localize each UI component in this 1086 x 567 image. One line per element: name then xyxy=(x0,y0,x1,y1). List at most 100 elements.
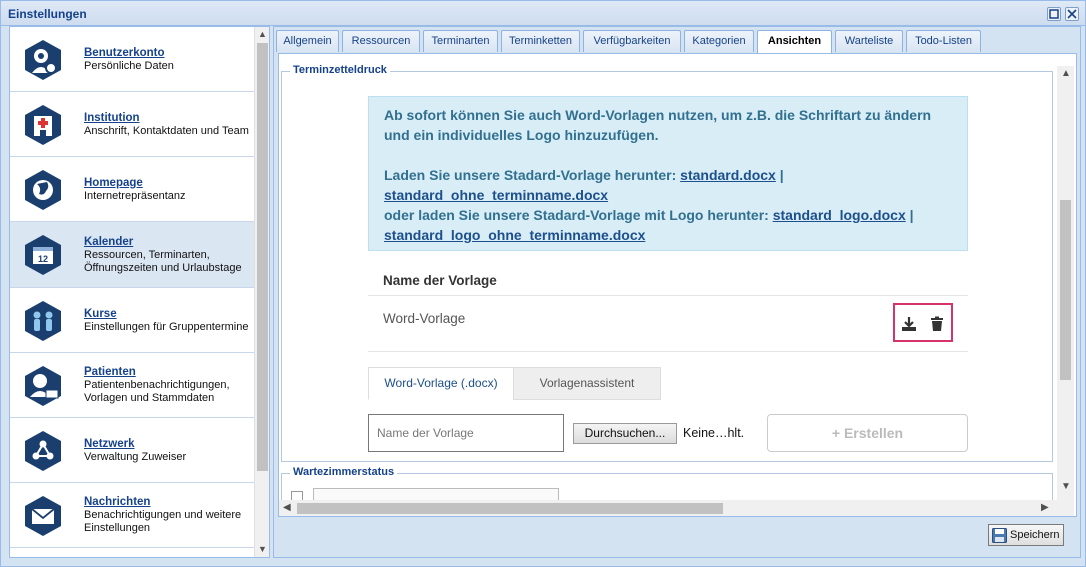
save-label: Speichern xyxy=(1010,529,1060,541)
scroll-left-icon[interactable]: ◀ xyxy=(283,502,291,513)
sidebar-item-desc: Benachrichtigungen und weitere Einstellu… xyxy=(84,509,242,534)
sidebar-item-text: Institution Anschrift, Kontaktdaten und … xyxy=(84,112,252,138)
sidebar-item-desc: Internetrepräsentanz xyxy=(84,190,186,202)
sidebar-item-title[interactable]: Patienten xyxy=(84,366,252,379)
tab-terminarten[interactable]: Terminarten xyxy=(423,30,498,52)
sidebar-item-title[interactable]: Homepage xyxy=(84,177,252,190)
sidebar-item-text: Netzwerk Verwaltung Zuweiser xyxy=(84,438,252,464)
info-logo-line-2: standard_logo_ohne_terminname.docx xyxy=(384,225,952,245)
scroll-right-icon[interactable]: ▶ xyxy=(1041,502,1049,513)
tab-todo-listen[interactable]: Todo-Listen xyxy=(906,30,981,52)
floppy-disk-icon xyxy=(992,528,1007,543)
settings-window: Einstellungen Benutzerkonto Persönliche … xyxy=(0,0,1086,567)
globe-icon xyxy=(25,170,61,210)
trash-icon[interactable] xyxy=(929,316,945,332)
table-divider xyxy=(368,295,968,296)
save-button[interactable]: Speichern xyxy=(988,524,1064,546)
sidebar-item-title[interactable]: Benutzerkonto xyxy=(84,47,252,60)
content-scroll-thumb[interactable] xyxy=(1060,200,1071,380)
download-icon[interactable] xyxy=(901,316,917,332)
maximize-button[interactable] xyxy=(1047,7,1061,21)
content-scrollbar[interactable]: ▲ ▼ xyxy=(1057,66,1074,506)
template-name-input[interactable] xyxy=(368,414,564,452)
tab-allgemein[interactable]: Allgemein xyxy=(276,30,339,52)
sidebar-item-benutzerkonto[interactable]: Benutzerkonto Persönliche Daten xyxy=(10,27,254,92)
section-legend: Wartezimmerstatus xyxy=(290,466,398,478)
link-standard-ohne-terminname[interactable]: standard_ohne_terminname.docx xyxy=(384,187,608,203)
link-separator: | xyxy=(905,207,914,223)
tab-ansichten[interactable]: Ansichten xyxy=(757,30,832,53)
sidebar-item-title[interactable]: Netzwerk xyxy=(84,438,252,451)
tab-vorlagenassistent[interactable]: Vorlagenassistent xyxy=(513,367,661,400)
tab-warteliste[interactable]: Warteliste xyxy=(835,30,903,52)
sidebar-item-title[interactable]: Kalender xyxy=(84,236,252,249)
window-title: Einstellungen xyxy=(8,7,87,21)
tab-word-vorlage[interactable]: Word-Vorlage (.docx) xyxy=(368,367,514,400)
settings-content-panel: Allgemein Ressourcen Terminarten Termink… xyxy=(273,26,1081,558)
sidebar-item-text: Patienten Patientenbenachrichtigungen, V… xyxy=(84,366,252,405)
sidebar-item-institution[interactable]: Institution Anschrift, Kontaktdaten und … xyxy=(10,92,254,157)
group-icon xyxy=(25,301,61,341)
tab-ressourcen[interactable]: Ressourcen xyxy=(342,30,420,52)
close-icon xyxy=(1067,9,1077,19)
create-button[interactable]: + Erstellen xyxy=(767,414,968,452)
sidebar-item-text: Nachrichten Benachrichtigungen und weite… xyxy=(84,496,252,535)
link-standard-logo[interactable]: standard_logo.docx xyxy=(773,207,906,223)
sidebar-item-text: Homepage Internetrepräsentanz xyxy=(84,177,252,203)
tab-kategorien[interactable]: Kategorien xyxy=(684,30,754,52)
sidebar-item-homepage[interactable]: Homepage Internetrepräsentanz xyxy=(10,157,254,222)
calendar-day: 12 xyxy=(38,254,48,264)
sidebar-item-nachrichten[interactable]: Nachrichten Benachrichtigungen und weite… xyxy=(10,483,254,548)
title-bar: Einstellungen xyxy=(1,1,1085,26)
scroll-down-icon[interactable]: ▼ xyxy=(1061,481,1071,492)
sidebar-item-desc: Patientenbenachrichtigungen, Vorlagen un… xyxy=(84,379,230,404)
horizontal-scroll-thumb[interactable] xyxy=(297,503,723,514)
file-status: Keine…hlt. xyxy=(683,426,745,440)
tab-terminketten[interactable]: Terminketten xyxy=(501,30,580,52)
sidebar-scrollbar[interactable]: ▲ ▼ xyxy=(254,27,269,557)
section-legend: Terminzetteldruck xyxy=(290,64,390,76)
tab-verfuegbarkeiten[interactable]: Verfügbarkeiten xyxy=(583,30,681,52)
scroll-up-icon[interactable]: ▲ xyxy=(258,29,267,39)
sidebar-item-title[interactable]: Kurse xyxy=(84,308,252,321)
close-button[interactable] xyxy=(1065,7,1079,21)
info-download-line-2: standard_ohne_terminname.docx xyxy=(384,185,952,205)
sidebar-scroll-thumb[interactable] xyxy=(257,43,268,471)
link-standard-docx[interactable]: standard.docx xyxy=(680,167,776,183)
sidebar-item-desc: Persönliche Daten xyxy=(84,60,174,72)
horizontal-scrollbar[interactable]: ◀ ▶ xyxy=(279,500,1074,516)
info-logo-line: oder laden Sie unsere Stadard-Vorlage mi… xyxy=(384,205,952,225)
info-logo-text: oder laden Sie unsere Stadard-Vorlage mi… xyxy=(384,207,773,223)
sidebar-item-desc: Verwaltung Zuweiser xyxy=(84,451,187,463)
sidebar-item-desc: Ressourcen, Terminarten, Öffnungszeiten … xyxy=(84,249,242,274)
info-alert: Ab sofort können Sie auch Word-Vorlagen … xyxy=(368,96,968,251)
template-actions xyxy=(893,303,953,342)
scroll-up-icon[interactable]: ▲ xyxy=(1061,68,1071,79)
settings-sidebar: Benutzerkonto Persönliche Daten Institut… xyxy=(9,26,270,558)
sidebar-item-kalender[interactable]: 12 Kalender Ressourcen, Terminarten, Öff… xyxy=(10,222,254,288)
sidebar-item-netzwerk[interactable]: Netzwerk Verwaltung Zuweiser xyxy=(10,418,254,483)
envelope-icon xyxy=(25,496,61,536)
info-download-line: Laden Sie unsere Stadard-Vorlage herunte… xyxy=(384,165,952,185)
sidebar-item-text: Kurse Einstellungen für Gruppentermine xyxy=(84,308,252,334)
sidebar-item-title[interactable]: Nachrichten xyxy=(84,496,252,509)
calendar-icon: 12 xyxy=(25,235,61,275)
hospital-icon xyxy=(25,105,61,145)
maximize-icon xyxy=(1049,9,1059,19)
tab-content: Terminzetteldruck Ab sofort können Sie a… xyxy=(278,53,1077,517)
sidebar-item-kurse[interactable]: Kurse Einstellungen für Gruppentermine xyxy=(10,288,254,353)
template-name-cell: Word-Vorlage xyxy=(383,311,466,326)
sidebar-item-title[interactable]: Institution xyxy=(84,112,252,125)
info-download-text: Laden Sie unsere Stadard-Vorlage herunte… xyxy=(384,167,681,183)
browse-button[interactable]: Durchsuchen... xyxy=(573,423,677,444)
link-separator: | xyxy=(775,167,784,183)
info-text: Ab sofort können Sie auch Word-Vorlagen … xyxy=(384,107,932,143)
user-settings-icon xyxy=(25,40,61,80)
link-standard-logo-ohne-terminname[interactable]: standard_logo_ohne_terminname.docx xyxy=(384,227,645,243)
network-icon xyxy=(25,431,61,471)
table-divider xyxy=(368,351,968,352)
sidebar-item-desc: Einstellungen für Gruppentermine xyxy=(84,321,249,333)
sidebar-item-patienten[interactable]: Patienten Patientenbenachrichtigungen, V… xyxy=(10,353,254,418)
template-table-header: Name der Vorlage xyxy=(383,273,497,288)
scroll-down-icon[interactable]: ▼ xyxy=(258,544,267,554)
